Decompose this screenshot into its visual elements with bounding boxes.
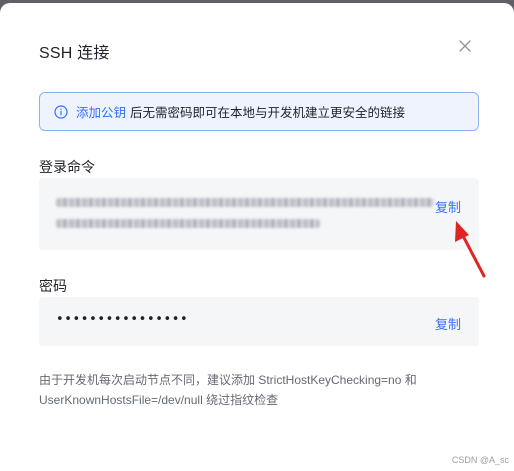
hint-line: UserKnownHostsFile=/dev/null 绕过指纹检查 (39, 393, 279, 407)
password-value: •••••••••••••••• (56, 312, 189, 327)
ssh-connect-dialog: SSH 连接 添加公钥 后无需密码即可在本地与开发机建立更安全的链接 登录命令 … (0, 3, 514, 471)
hint-note: 由于开发机每次启动节点不同，建议添加 StrictHostKeyChecking… (39, 370, 479, 410)
info-circle-icon (54, 104, 68, 119)
hint-line: 由于开发机每次启动节点不同，建议添加 StrictHostKeyChecking… (39, 373, 417, 387)
redacted-command-line (56, 219, 320, 228)
redacted-command-line (56, 198, 434, 207)
copy-command-button[interactable]: 复制 (435, 197, 461, 216)
add-public-key-link[interactable]: 添加公钥 (76, 102, 126, 121)
login-command-label: 登录命令 (39, 159, 95, 175)
password-label: 密码 (39, 278, 67, 294)
copy-password-button[interactable]: 复制 (435, 314, 461, 333)
password-box: •••••••••••••••• 复制 (39, 297, 479, 346)
info-text: 后无需密码即可在本地与开发机建立更安全的链接 (130, 106, 406, 120)
login-command-box: 复制 (39, 178, 479, 250)
close-icon[interactable] (456, 37, 474, 55)
watermark: CSDN @A_sc (451, 455, 509, 465)
dialog-title: SSH 连接 (39, 45, 110, 62)
info-banner: 添加公钥 后无需密码即可在本地与开发机建立更安全的链接 (39, 92, 479, 131)
